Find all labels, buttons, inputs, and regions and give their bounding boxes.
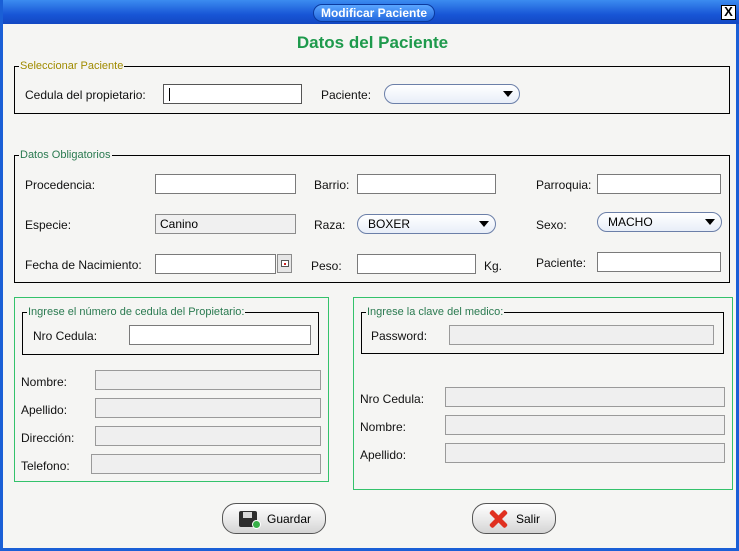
sexo-select-value: MACHO: [608, 215, 653, 229]
barrio-label: Barrio:: [314, 178, 350, 192]
modificar-paciente-window: Modificar Paciente X Datos del Paciente …: [0, 0, 739, 551]
owner-direccion-label: Dirección:: [21, 431, 75, 445]
page-title: Datos del Paciente: [296, 33, 449, 52]
window-title: Modificar Paciente: [313, 4, 435, 22]
fecha-nacimiento-label: Fecha de Nacimiento:: [25, 258, 142, 272]
password-input[interactable]: [449, 325, 714, 345]
doctor-password-legend: Ingrese la clave del medico:: [367, 306, 504, 318]
owner-telefono-label: Telefono:: [21, 459, 70, 473]
paciente-name-label: Paciente:: [536, 256, 587, 270]
owner-nombre-label: Nombre:: [21, 375, 68, 389]
owner-telefono-field: [91, 454, 321, 474]
raza-select[interactable]: BOXER: [357, 214, 496, 234]
select-patient-legend: Seleccionar Paciente: [20, 60, 124, 72]
chevron-down-icon: [705, 219, 715, 225]
raza-label: Raza:: [314, 218, 346, 232]
especie-field: Canino: [155, 214, 296, 234]
close-button[interactable]: X: [721, 5, 736, 20]
doctor-apellido-label: Apellido:: [360, 448, 407, 462]
mandatory-data-legend: Datos Obligatorios: [20, 149, 111, 161]
save-button-label: Guardar: [267, 512, 312, 526]
barrio-input[interactable]: [357, 174, 496, 194]
close-icon: [487, 508, 509, 530]
peso-unit-label: Kg.: [484, 259, 503, 273]
save-button[interactable]: Guardar: [222, 503, 326, 534]
owner-cedula-label: Cedula del propietario:: [25, 88, 146, 102]
exit-button[interactable]: Salir: [472, 503, 556, 534]
procedencia-label: Procedencia:: [25, 178, 96, 192]
procedencia-input[interactable]: [155, 174, 296, 194]
select-patient-group: Seleccionar Paciente: [14, 60, 730, 114]
owner-apellido-label: Apellido:: [21, 403, 68, 417]
paciente-name-input[interactable]: [597, 252, 721, 272]
owner-cedula-input[interactable]: [163, 84, 302, 104]
raza-select-value: BOXER: [368, 217, 411, 231]
patient-select[interactable]: [384, 84, 520, 104]
parroquia-input[interactable]: [597, 174, 721, 194]
doctor-nombre-field: [445, 415, 725, 435]
fecha-nacimiento-input[interactable]: [155, 254, 276, 274]
owner-cedula-legend: Ingrese el número de cedula del Propieta…: [28, 306, 245, 318]
calendar-icon: [281, 260, 289, 267]
patient-select-label: Paciente:: [321, 88, 372, 102]
title-bar[interactable]: Modificar Paciente X: [3, 0, 739, 24]
doctor-nro-cedula-label: Nro Cedula:: [360, 392, 425, 406]
password-label: Password:: [371, 329, 428, 343]
parroquia-label: Parroquia:: [536, 178, 592, 192]
sexo-label: Sexo:: [536, 218, 567, 232]
owner-nro-cedula-input[interactable]: [129, 325, 311, 345]
peso-input[interactable]: [357, 254, 476, 274]
chevron-down-icon: [503, 91, 513, 97]
peso-label: Peso:: [311, 259, 342, 273]
doctor-nombre-label: Nombre:: [360, 420, 407, 434]
owner-nombre-field: [95, 370, 321, 390]
owner-direccion-field: [95, 426, 321, 446]
doctor-nro-cedula-field: [445, 387, 725, 407]
sexo-select[interactable]: MACHO: [597, 212, 722, 232]
especie-label: Especie:: [25, 218, 72, 232]
floppy-disk-icon: [239, 511, 261, 529]
doctor-apellido-field: [445, 443, 725, 463]
owner-nro-cedula-label: Nro Cedula:: [33, 329, 98, 343]
calendar-button[interactable]: [277, 254, 292, 273]
text-caret: [169, 88, 170, 101]
chevron-down-icon: [479, 221, 489, 227]
exit-button-label: Salir: [516, 512, 541, 526]
owner-apellido-field: [95, 398, 321, 418]
